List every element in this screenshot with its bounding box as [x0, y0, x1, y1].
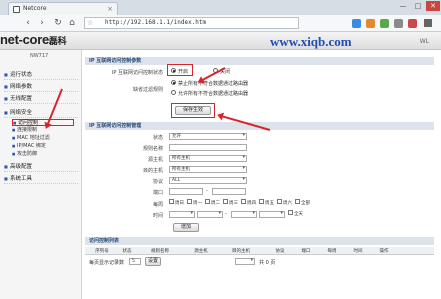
status-select[interactable]: 允许 — [169, 133, 247, 140]
url-field[interactable]: ☆ http://192.168.1.1/index.htm — [84, 17, 299, 29]
default-rule-label: 缺省过滤规则 — [132, 87, 163, 93]
extension-icon[interactable] — [394, 19, 403, 28]
minimize-button[interactable]: — — [396, 1, 410, 11]
forward-button[interactable]: › — [36, 17, 48, 29]
bookmark-star-icon[interactable]: ☆ — [87, 18, 93, 28]
extension-icon[interactable] — [366, 19, 375, 28]
sidebar: NW717 运行状态 网络参数 无线配置 网络安全 访问控制 连接限制 MAC … — [0, 50, 82, 299]
source-host-select[interactable]: 所有主机 — [169, 155, 247, 162]
maximize-button[interactable]: □ — [411, 1, 425, 11]
time-start-hour-select[interactable] — [169, 211, 195, 218]
sidebar-item-attack-defense[interactable]: 攻击防御 — [12, 151, 74, 158]
table-header-row: 序列号 状态 规则名称 源主机 目的主机 协议 端口 每周 时间 操作 — [85, 247, 434, 255]
back-button[interactable]: ‹ — [22, 17, 34, 29]
column-header: 序列号 — [95, 249, 109, 254]
highlight-box — [171, 103, 215, 118]
extension-icon[interactable] — [352, 19, 361, 28]
sidebar-item-advanced[interactable]: 高级配置 — [4, 162, 78, 172]
section-title-list: 访问控制列表 — [85, 237, 434, 245]
source-host-label: 源主机 — [147, 157, 163, 163]
sidebar-item-wireless[interactable]: 无线配置 — [4, 94, 78, 104]
column-header: 源主机 — [194, 249, 208, 254]
rule-name-label: 规则名称 — [142, 146, 163, 152]
time-start-min-select[interactable] — [197, 211, 223, 218]
port-label: 端口 — [152, 190, 163, 196]
protocol-select[interactable]: ALL — [169, 177, 247, 184]
menu-icon[interactable] — [424, 19, 432, 27]
day-checkbox-wed[interactable]: 周三 — [223, 199, 238, 206]
radio-rule-deny[interactable]: 禁止所有不符合数据通过路由器 — [171, 80, 248, 87]
sidebar-item-ip-mac-binding[interactable]: IP/MAC 绑定 — [12, 143, 74, 150]
section-title-parameters: IP 互联网访问控制参数 — [85, 57, 434, 65]
address-toolbar: ‹ › ↻ ⌂ ☆ http://192.168.1.1/index.htm — [0, 15, 441, 32]
set-button[interactable]: 设置 — [145, 257, 161, 266]
dest-host-label: 目的主机 — [142, 168, 163, 174]
column-header: 端口 — [301, 249, 311, 254]
port-separator: - — [206, 188, 208, 194]
day-checkbox-thu[interactable]: 周四 — [241, 199, 256, 206]
sidebar-item-status[interactable]: 运行状态 — [4, 70, 78, 80]
sidebar-item-tools[interactable]: 系统工具 — [4, 174, 78, 184]
sidebar-item-security[interactable]: 网络安全 — [4, 108, 78, 118]
device-model: NW717 — [30, 53, 49, 59]
day-checkbox-all[interactable]: 全部 — [295, 199, 310, 206]
column-header: 操作 — [379, 249, 389, 254]
rule-name-input[interactable] — [169, 144, 247, 151]
close-tab-icon[interactable]: × — [107, 3, 113, 15]
close-window-button[interactable]: ✕ — [426, 1, 440, 11]
time-label: 时间 — [152, 213, 163, 219]
browser-tab-bar: Netcore × — □ ✕ — [0, 0, 441, 15]
day-checkbox-sun[interactable]: 周日 — [169, 199, 184, 206]
main-content: IP 互联网访问控制参数 IP 互联网访问控制状态 开启 关闭 缺省过滤规则 禁… — [85, 52, 434, 299]
extension-icon[interactable] — [380, 19, 389, 28]
netcore-logo: net-core磊科 — [0, 32, 67, 47]
home-button[interactable]: ⌂ — [66, 17, 78, 29]
day-checkbox-sat[interactable]: 周六 — [277, 199, 292, 206]
protocol-label: 协议 — [152, 179, 163, 185]
column-header: 时间 — [353, 249, 363, 254]
status-label: 状态 — [152, 135, 163, 141]
tab-title: Netcore — [23, 5, 47, 12]
highlight-box — [167, 64, 193, 76]
sidebar-item-network[interactable]: 网络参数 — [4, 82, 78, 92]
url-text: http://192.168.1.1/index.htm — [105, 19, 207, 26]
time-separator: - — [225, 211, 227, 217]
day-checkbox-fri[interactable]: 周五 — [259, 199, 274, 206]
sidebar-item-mac-filter[interactable]: MAC 地址过滤 — [12, 135, 74, 142]
dest-host-select[interactable]: 所有主机 — [169, 166, 247, 173]
port-end-input[interactable] — [212, 188, 246, 195]
reload-button[interactable]: ↻ — [52, 17, 64, 29]
total-pages: 共 0 页 — [259, 260, 276, 266]
all-day-checkbox[interactable]: 全天 — [288, 210, 303, 217]
control-status-label: IP 互联网访问控制状态 — [111, 70, 163, 76]
page-select[interactable] — [235, 258, 255, 265]
add-rule-button[interactable]: 增加 — [173, 223, 199, 232]
day-checkbox-tue[interactable]: 周二 — [205, 199, 220, 206]
per-page-label: 每页显示记录数 — [89, 260, 125, 266]
column-header: 每周 — [327, 249, 337, 254]
browser-tab[interactable]: Netcore × — [8, 2, 118, 15]
header-right-text: WL — [419, 38, 429, 45]
column-header: 协议 — [275, 249, 285, 254]
extension-icon[interactable] — [408, 19, 417, 28]
page-icon — [13, 6, 20, 13]
port-start-input[interactable] — [169, 188, 203, 195]
watermark-text: www.xiqb.com — [270, 34, 352, 49]
column-header: 目的主机 — [232, 249, 250, 254]
day-checkbox-mon[interactable]: 周一 — [187, 199, 202, 206]
radio-rule-allow[interactable]: 允许所有不符合数据通过路由器 — [171, 90, 248, 97]
week-label: 每周 — [152, 202, 163, 208]
time-end-min-select[interactable] — [259, 211, 285, 218]
column-header: 规则名称 — [151, 249, 169, 254]
column-header: 状态 — [122, 249, 132, 254]
time-end-hour-select[interactable] — [231, 211, 257, 218]
router-admin-page: net-core磊科 www.xiqb.com WL NW717 运行状态 网络… — [0, 32, 441, 299]
per-page-input[interactable]: 5 — [129, 258, 141, 265]
page-header: net-core磊科 www.xiqb.com WL — [0, 32, 441, 50]
